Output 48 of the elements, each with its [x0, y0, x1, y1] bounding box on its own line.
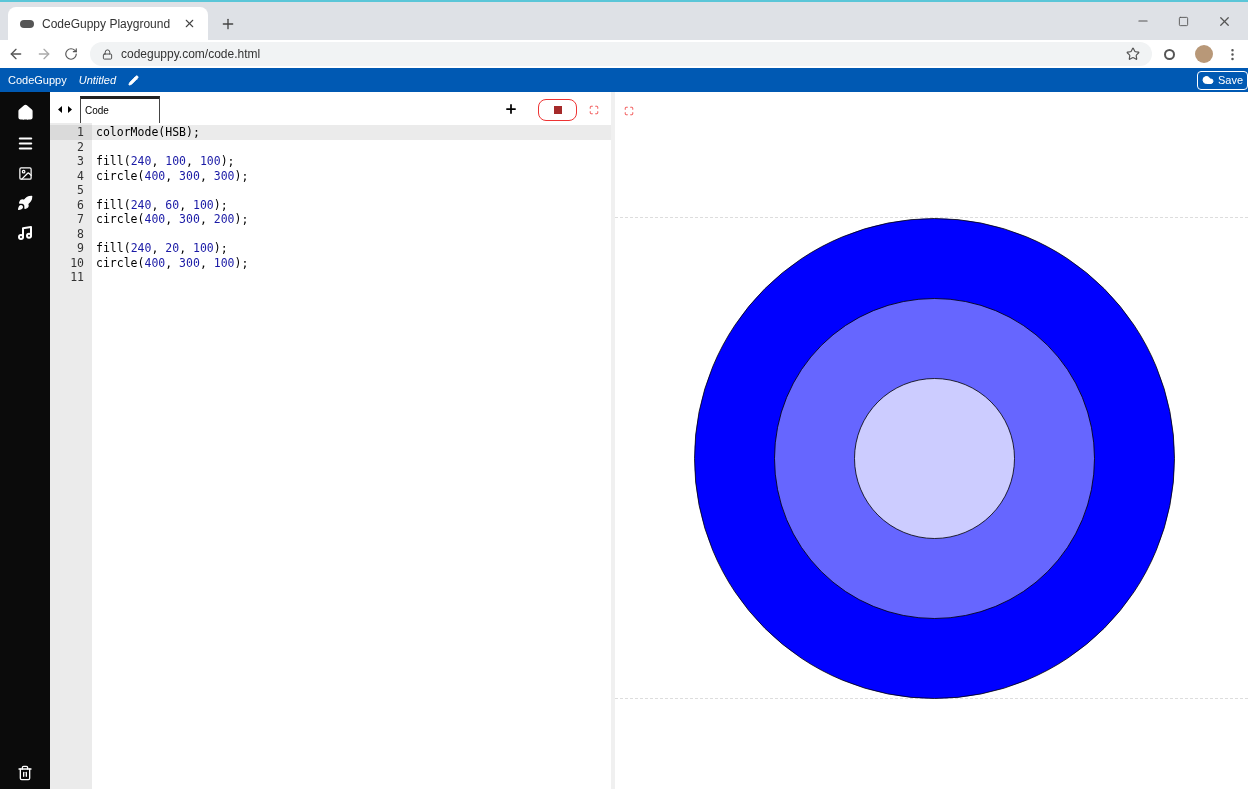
editor-tab[interactable]: Code [80, 96, 160, 123]
trash-icon[interactable] [17, 765, 33, 781]
extension-icon[interactable] [1164, 48, 1175, 60]
line-number: 3 [76, 154, 85, 169]
address-bar[interactable]: codeguppy.com/code.html [90, 42, 1152, 66]
code-line: circle(400, 300, 200); [95, 212, 250, 227]
tab-title: CodeGuppy Playground [42, 15, 172, 33]
pencil-icon[interactable] [128, 74, 139, 86]
image-icon[interactable] [17, 166, 33, 181]
fullscreen-icon[interactable] [589, 105, 599, 115]
star-icon[interactable] [1126, 47, 1140, 61]
line-number: 1 [50, 125, 92, 140]
project-name: Untitled [78, 72, 116, 88]
line-number: 11 [69, 270, 85, 285]
lock-icon [102, 48, 113, 60]
browser-tab[interactable]: CodeGuppy Playground [8, 7, 208, 40]
favicon-icon [20, 19, 34, 28]
arrows-icon[interactable] [58, 106, 72, 113]
line-number: 4 [76, 168, 85, 183]
home-icon[interactable] [16, 104, 34, 121]
cloud-icon [1201, 74, 1214, 86]
code-line: fill(240, 20, 100); [95, 241, 229, 256]
line-number: 2 [76, 139, 85, 154]
add-icon[interactable] [504, 102, 518, 116]
list-icon[interactable] [16, 135, 34, 152]
code-line: circle(400, 300, 100); [95, 255, 250, 270]
code-line: fill(240, 60, 100); [95, 197, 229, 212]
line-number: 5 [76, 183, 85, 198]
url-text: codeguppy.com/code.html [121, 46, 262, 63]
avatar-icon[interactable] [1195, 45, 1213, 63]
code-line: fill(240, 100, 100); [95, 154, 236, 169]
line-number: 7 [76, 212, 85, 227]
music-icon[interactable] [17, 225, 33, 241]
maximize-icon[interactable] [1178, 15, 1189, 27]
brand-text: CodeGuppy [8, 72, 67, 88]
new-tab-icon[interactable] [220, 16, 236, 32]
line-number: 6 [76, 197, 85, 212]
save-button[interactable]: Save [1196, 70, 1248, 90]
rocket-icon[interactable] [17, 195, 33, 211]
reload-icon[interactable] [64, 47, 78, 61]
line-number: 8 [76, 226, 85, 241]
line-number: 10 [69, 255, 85, 270]
stop-button[interactable] [538, 99, 577, 121]
code-line: circle(400, 300, 300); [95, 168, 250, 183]
close-icon[interactable] [183, 17, 196, 30]
fullscreen-icon[interactable] [624, 106, 634, 116]
line-number: 9 [76, 241, 85, 256]
back-icon[interactable] [8, 46, 24, 62]
